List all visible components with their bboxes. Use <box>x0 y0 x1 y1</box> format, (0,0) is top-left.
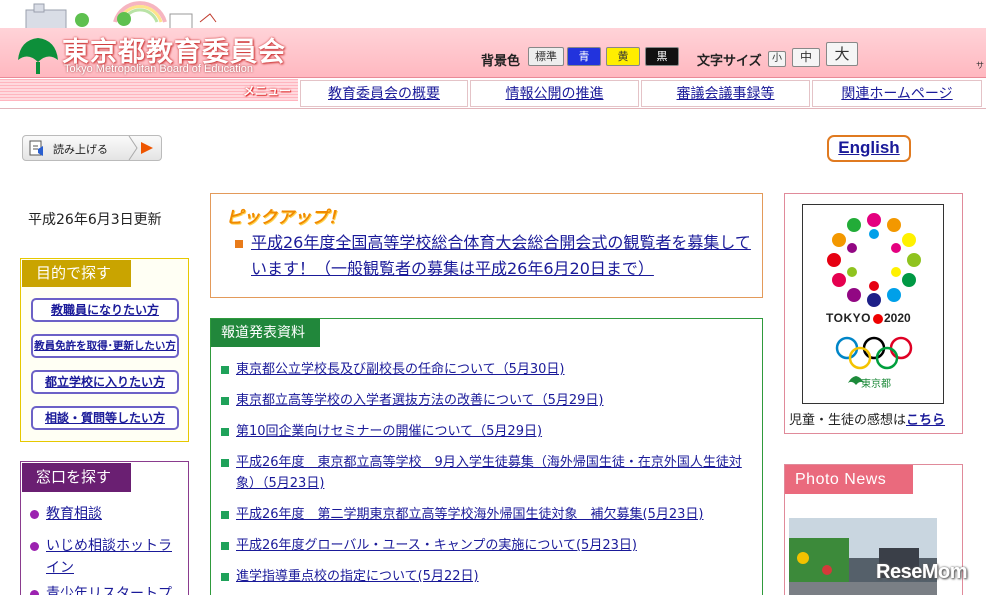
background-color-label: 背景色 <box>481 54 521 69</box>
purpose-school-button[interactable]: 都立学校に入りたい方 <box>31 370 179 394</box>
press-item[interactable]: 東京都立高等学校の入学者選抜方法の改善について（5月29日) <box>236 390 748 411</box>
square-bullet-icon <box>235 240 243 248</box>
window-item-youth-restart[interactable]: 青少年リスタートプ <box>46 583 172 595</box>
purpose-teacher-button[interactable]: 教職員になりたい方 <box>31 298 179 322</box>
olympic-caption: 児童・生徒の感想はこちら <box>789 409 945 428</box>
read-aloud-label: 読み上げる <box>53 143 108 156</box>
press-item[interactable]: 平成26年度 東京都立高等学校 9月入学生徒募集（海外帰国生徒・在京外国人生徒対… <box>236 452 748 494</box>
press-item[interactable]: 平成26年度グローバル・ユース・キャンプの実施について(5月23日) <box>236 535 748 556</box>
font-medium-button[interactable]: 中 <box>792 48 820 67</box>
olympic-text: TOKYO <box>826 311 871 325</box>
square-bullet-icon <box>221 397 229 405</box>
purpose-title: 目的で探す <box>22 260 131 287</box>
square-bullet-icon <box>221 573 229 581</box>
english-button[interactable]: English <box>827 135 911 162</box>
font-size-label: 文字サイズ <box>697 54 762 69</box>
nav-item-disclosure[interactable]: 情報公開の推進 <box>470 80 639 107</box>
window-item-bullying-hotline[interactable]: いじめ相談ホットライン <box>46 535 178 579</box>
square-bullet-icon <box>221 511 229 519</box>
window-item-counseling[interactable]: 教育相談 <box>46 503 102 525</box>
header-illustration <box>25 1 217 30</box>
press-item[interactable]: 進学指導重点校の指定について(5月22日) <box>236 566 748 587</box>
olympic-gov-label: 東京都 <box>861 379 891 390</box>
read-aloud-button[interactable]: 読み上げる <box>22 135 162 161</box>
press-item[interactable]: 平成26年度 第二学期東京都立高等学校海外帰国生徒対象 補欠募集(5月23日) <box>236 504 748 525</box>
red-dot-icon <box>873 314 883 324</box>
font-small-button[interactable]: 小 <box>768 51 786 67</box>
pickup-link[interactable]: 平成26年度全国高等学校総合体育大会総合開会式の観覧者を募集しています！（一般観… <box>251 230 756 282</box>
square-bullet-icon <box>221 459 229 467</box>
press-item[interactable]: 東京都公立学校長及び副校長の任命について（5月30日) <box>236 359 748 380</box>
purpose-consult-button[interactable]: 相談・質問等したい方 <box>31 406 179 430</box>
press-title: 報道発表資料 <box>211 319 320 347</box>
square-bullet-icon <box>221 542 229 550</box>
bg-standard-button[interactable]: 標準 <box>528 47 564 66</box>
updated-date: 平成26年6月3日更新 <box>28 212 162 228</box>
square-bullet-icon <box>221 428 229 436</box>
caption-prefix: 児童・生徒の感想は <box>789 413 907 428</box>
bullet-icon <box>30 510 39 519</box>
square-bullet-icon <box>221 366 229 374</box>
olympic-year: 2020 <box>884 311 911 325</box>
menu-label: メニュー <box>243 84 292 98</box>
nav-item-links[interactable]: 関連ホームページ <box>812 80 982 107</box>
press-item[interactable]: 第10回企業向けセミナーの開催について（5月29日) <box>236 421 748 442</box>
nav-item-overview[interactable]: 教育委員会の概要 <box>300 80 468 107</box>
header-edge-text: サ <box>976 61 984 70</box>
bg-black-button[interactable]: 黒 <box>645 47 679 66</box>
font-large-button[interactable]: 大 <box>826 42 858 66</box>
purpose-license-button[interactable]: 教員免許を取得･更新したい方 <box>31 334 179 358</box>
window-title: 窓口を探す <box>22 463 131 492</box>
speaker-document-icon <box>29 140 43 156</box>
olympic-bid-banner[interactable] <box>802 204 944 404</box>
bullet-icon <box>30 542 39 551</box>
play-icon <box>141 142 153 154</box>
bullet-icon <box>30 590 39 595</box>
nav-item-minutes[interactable]: 審議会議事録等 <box>641 80 810 107</box>
bg-yellow-button[interactable]: 黄 <box>606 47 640 66</box>
watermark-logo: ReseMom <box>876 561 967 583</box>
ginkgo-logo-icon <box>18 38 58 74</box>
logo-subtitle: Tokyo Metropolitan Board of Education <box>64 63 253 75</box>
photo-news-title: Photo News <box>785 465 913 494</box>
bg-blue-button[interactable]: 青 <box>567 47 601 66</box>
chevron-right-icon <box>128 136 138 160</box>
caption-link[interactable]: こちら <box>906 413 945 428</box>
pickup-label: ピックアップ！ <box>226 208 345 228</box>
